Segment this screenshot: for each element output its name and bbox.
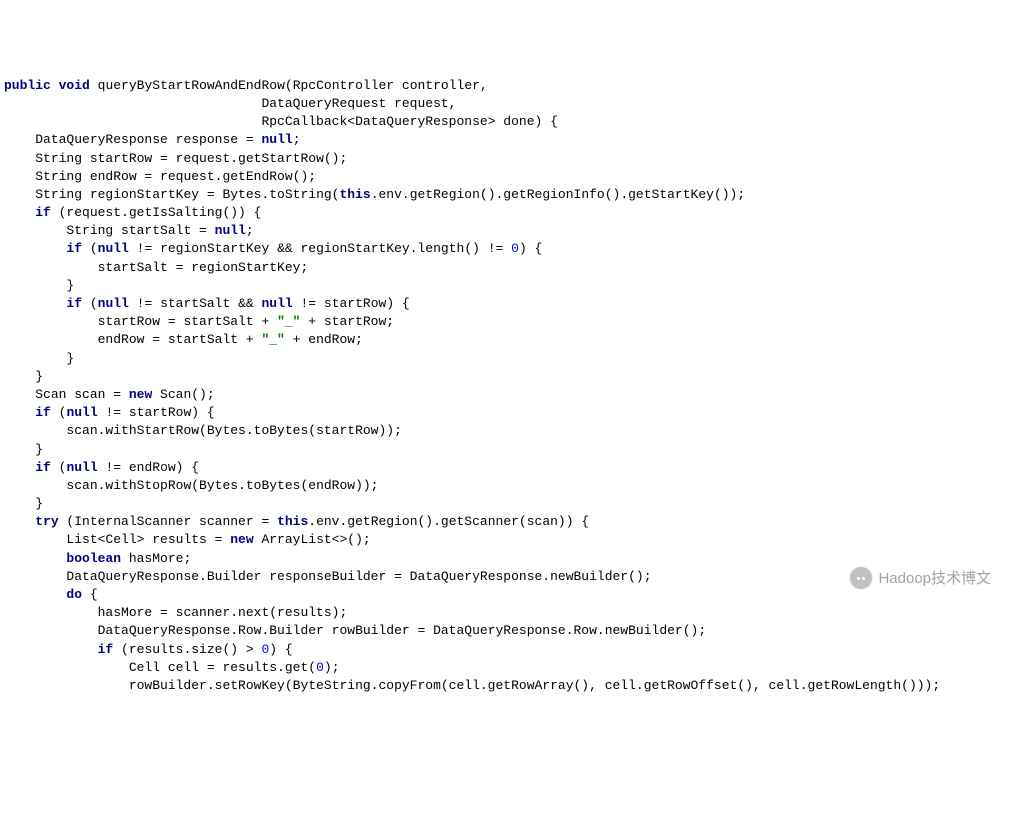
code-line: endRow = startSalt + "_" + endRow; xyxy=(4,331,1017,349)
token-num: 0 xyxy=(261,642,269,657)
code-line: if (request.getIsSalting()) { xyxy=(4,204,1017,222)
token-str: "_" xyxy=(261,332,284,347)
code-line: try (InternalScanner scanner = this.env.… xyxy=(4,513,1017,531)
token-kw: null xyxy=(261,296,292,311)
code-line: if (null != regionStartKey && regionStar… xyxy=(4,240,1017,258)
code-line: scan.withStartRow(Bytes.toBytes(startRow… xyxy=(4,422,1017,440)
code-line: scan.withStopRow(Bytes.toBytes(endRow)); xyxy=(4,477,1017,495)
code-line: DataQueryResponse response = null; xyxy=(4,131,1017,149)
token-kw: boolean xyxy=(66,551,121,566)
token-kw: if xyxy=(35,205,51,220)
code-line: if (results.size() > 0) { xyxy=(4,641,1017,659)
token-kw: null xyxy=(261,132,292,147)
token-kw: new xyxy=(230,532,253,547)
token-kw: if xyxy=(66,241,82,256)
code-line: hasMore = scanner.next(results); xyxy=(4,604,1017,622)
code-line: } xyxy=(4,441,1017,459)
token-kw: new xyxy=(129,387,152,402)
code-line: if (null != startRow) { xyxy=(4,404,1017,422)
wechat-icon xyxy=(850,567,872,589)
code-editor-view: public void queryByStartRowAndEndRow(Rpc… xyxy=(4,77,1017,695)
code-line: } xyxy=(4,350,1017,368)
token-num: 0 xyxy=(511,241,519,256)
code-line: startRow = startSalt + "_" + startRow; xyxy=(4,313,1017,331)
code-line: if (null != startSalt && null != startRo… xyxy=(4,295,1017,313)
code-line: String endRow = request.getEndRow(); xyxy=(4,168,1017,186)
token-kw: if xyxy=(35,460,51,475)
code-line: Cell cell = results.get(0); xyxy=(4,659,1017,677)
watermark-text: Hadoop技术博文 xyxy=(878,568,991,589)
code-line: boolean hasMore; xyxy=(4,550,1017,568)
token-kw: public xyxy=(4,78,51,93)
token-method: get xyxy=(285,660,308,675)
code-line: rowBuilder.setRowKey(ByteString.copyFrom… xyxy=(4,677,1017,695)
watermark-badge: Hadoop技术博文 xyxy=(850,567,991,589)
code-line: String startRow = request.getStartRow(); xyxy=(4,150,1017,168)
token-kw: if xyxy=(98,642,114,657)
code-line: String startSalt = null; xyxy=(4,222,1017,240)
code-line: Scan scan = new Scan(); xyxy=(4,386,1017,404)
token-kw: null xyxy=(98,296,129,311)
code-line: DataQueryResponse.Row.Builder rowBuilder… xyxy=(4,622,1017,640)
token-str: "_" xyxy=(277,314,300,329)
token-kw: this xyxy=(339,187,370,202)
code-line: startSalt = regionStartKey; xyxy=(4,259,1017,277)
token-kw: if xyxy=(35,405,51,420)
token-kw: null xyxy=(215,223,246,238)
token-kw: null xyxy=(66,405,97,420)
token-kw: if xyxy=(66,296,82,311)
token-kw: try xyxy=(35,514,58,529)
token-kw: null xyxy=(98,241,129,256)
token-kw: do xyxy=(66,587,82,602)
code-line: List<Cell> results = new ArrayList<>(); xyxy=(4,531,1017,549)
code-line: } xyxy=(4,277,1017,295)
code-line: public void queryByStartRowAndEndRow(Rpc… xyxy=(4,77,1017,95)
code-line: DataQueryRequest request, xyxy=(4,95,1017,113)
token-num: 0 xyxy=(316,660,324,675)
code-line: } xyxy=(4,495,1017,513)
code-line: } xyxy=(4,368,1017,386)
token-kw: void xyxy=(59,78,90,93)
code-line: String regionStartKey = Bytes.toString(t… xyxy=(4,186,1017,204)
code-line: RpcCallback<DataQueryResponse> done) { xyxy=(4,113,1017,131)
token-kw: this xyxy=(277,514,308,529)
token-kw: null xyxy=(66,460,97,475)
code-line: if (null != endRow) { xyxy=(4,459,1017,477)
